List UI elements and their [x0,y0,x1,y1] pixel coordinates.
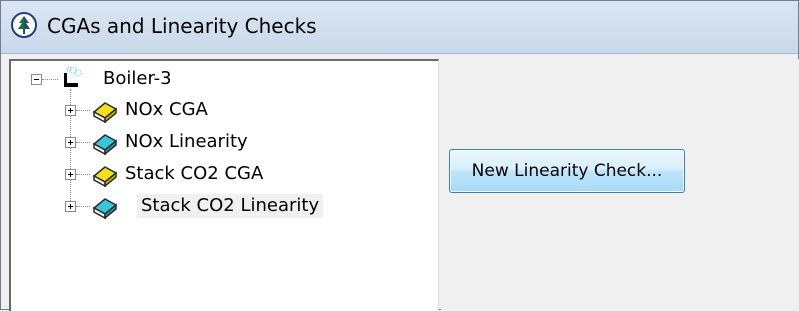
collapse-root-toggle[interactable] [31,74,42,85]
yellow-book-icon [92,166,118,187]
cyan-book-icon [92,134,118,155]
new-linearity-check-button[interactable]: New Linearity Check... [449,149,685,193]
cyan-book-icon [92,198,118,219]
tree-connector [76,142,90,143]
title-bar: CGAs and Linearity Checks [1,1,798,54]
tree-view[interactable]: Boiler-3 NOx CGA NOx Linearity Stack CO2… [9,59,439,311]
tree-connector [76,174,90,175]
tree-item-label[interactable]: NOx CGA [121,98,212,122]
tree-connector [42,79,58,80]
yellow-book-icon [92,102,118,123]
expand-item-toggle[interactable] [65,201,76,212]
tree-root-label[interactable]: Boiler-3 [99,67,176,91]
tree-item-label-selected[interactable]: Stack CO2 Linearity [137,194,324,218]
tree-connector [76,206,90,207]
cga-linearity-window: CGAs and Linearity Checks Boiler-3 NOx C… [0,0,799,311]
expand-item-toggle[interactable] [65,105,76,116]
expand-item-toggle[interactable] [65,137,76,148]
tree-connector [76,110,90,111]
boiler-icon [64,66,82,87]
window-title: CGAs and Linearity Checks [47,14,317,38]
tree-item-label[interactable]: Stack CO2 CGA [121,162,267,186]
tree-item-label[interactable]: NOx Linearity [121,130,252,154]
app-logo-icon [11,12,37,38]
expand-item-toggle[interactable] [65,169,76,180]
